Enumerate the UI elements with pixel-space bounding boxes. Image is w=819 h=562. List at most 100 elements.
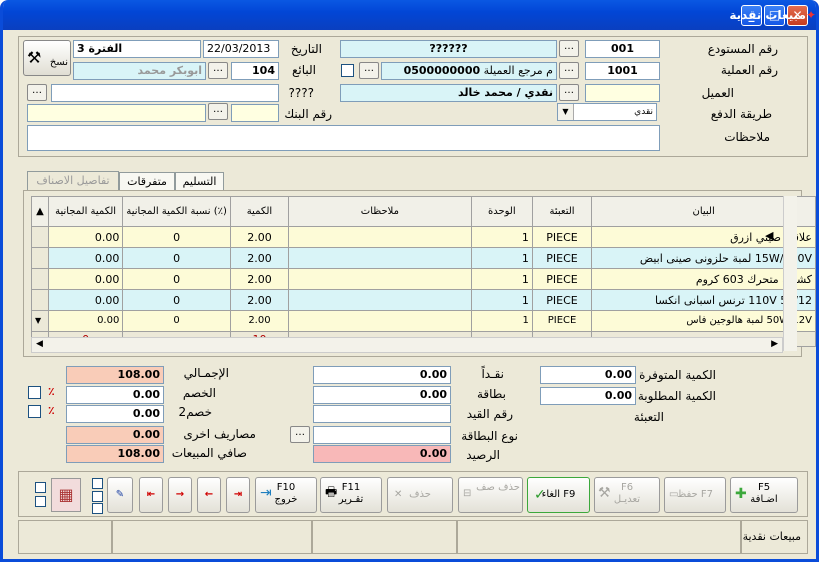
cell-qty[interactable]: 2.00 xyxy=(229,247,290,269)
row-scrollbar-track[interactable] xyxy=(31,226,49,248)
scroll-right-icon[interactable]: ▶ xyxy=(771,339,778,349)
cell-pack[interactable]: PIECE xyxy=(531,310,593,332)
cell-free-qty[interactable]: 0.00 xyxy=(47,289,124,311)
cell-free-qty[interactable]: 0.00 xyxy=(47,268,124,290)
tab-delivery[interactable]: التسليم xyxy=(175,172,224,191)
unknown-field[interactable] xyxy=(51,84,279,102)
scroll-left-icon[interactable]: ◀ xyxy=(36,339,43,349)
option-checkbox-2[interactable] xyxy=(92,491,103,502)
client-ref-extra-button[interactable]: … xyxy=(359,62,379,79)
unknown-lookup-button[interactable]: … xyxy=(27,84,47,101)
table-row[interactable]: 0.00 0 2.00 1 PIECE 15W/220V لمبة حلزونى… xyxy=(31,247,816,269)
cell-qty[interactable]: 2.00 xyxy=(229,226,290,248)
cell-notes[interactable] xyxy=(288,226,472,248)
cell-pack[interactable]: PIECE xyxy=(531,289,593,311)
cell-unit[interactable]: 1 xyxy=(470,310,533,332)
cell-pack[interactable]: PIECE xyxy=(531,226,593,248)
row-scrollbar-track[interactable] xyxy=(31,247,49,269)
cell-desc[interactable]: 50W/12V لمبة هالوجين فاس xyxy=(591,310,816,332)
first-record-button[interactable]: ⇤ xyxy=(139,477,163,513)
option-checkbox-3[interactable] xyxy=(92,503,103,514)
discount2-pct-checkbox[interactable] xyxy=(28,405,41,418)
delete-button[interactable]: ✕ حذف xyxy=(387,477,453,513)
exit-button[interactable]: ⇥ F10 خروج xyxy=(255,477,317,513)
notes-field[interactable] xyxy=(27,125,660,151)
warehouse-name-field[interactable]: ?????? xyxy=(340,40,557,58)
last-record-button[interactable]: ⇥ xyxy=(226,477,250,513)
entry-no-field[interactable] xyxy=(313,405,451,423)
cell-desc[interactable]: كشاف متحرك 603 كروم xyxy=(591,268,816,290)
discount2-field[interactable]: 0.00 xyxy=(66,405,164,423)
cell-unit[interactable]: 1 xyxy=(470,268,533,290)
cell-unit[interactable]: 1 xyxy=(470,226,533,248)
discount-field[interactable]: 0.00 xyxy=(66,386,164,404)
grid-scroll-down[interactable]: ▼ xyxy=(31,310,49,332)
grid-scroll-up[interactable]: ▲ xyxy=(31,196,49,227)
calculator-icon[interactable]: ▦ xyxy=(51,478,81,512)
cell-unit[interactable]: 1 xyxy=(470,247,533,269)
client-code-field[interactable] xyxy=(585,84,660,102)
cell-pack[interactable]: PIECE xyxy=(531,268,593,290)
option-checkbox-4[interactable] xyxy=(35,482,46,493)
operation-no-field[interactable]: 1001 xyxy=(585,62,660,80)
cell-qty[interactable]: 2.00 xyxy=(229,310,290,332)
table-row[interactable]: ▼ 0.00 0 2.00 1 PIECE 50W/12V لمبة هالوج… xyxy=(31,310,816,332)
cancel-button[interactable]: ✓ الغاء F9 xyxy=(527,477,590,513)
grid-vertical-scrollbar[interactable] xyxy=(783,196,797,351)
row-scrollbar-track[interactable] xyxy=(31,268,49,290)
cell-notes[interactable] xyxy=(288,268,472,290)
chevron-down-icon[interactable]: ▼ xyxy=(558,104,574,120)
cell-desc[interactable]: علاقي صيني ازرق xyxy=(591,226,816,248)
client-lookup-button[interactable]: … xyxy=(559,84,579,101)
payment-method-select[interactable]: نقدي ▼ xyxy=(557,103,657,121)
row-scrollbar-track[interactable] xyxy=(31,289,49,311)
seller-lookup-button[interactable]: … xyxy=(208,62,228,79)
card-field[interactable]: 0.00 xyxy=(313,386,451,404)
edit-document-button[interactable]: ✎ xyxy=(107,477,133,513)
cell-desc[interactable]: 15W/220V لمبة حلزونى صينى ابيض xyxy=(591,247,816,269)
cell-free-pct[interactable]: 0 xyxy=(122,268,231,290)
cell-qty[interactable]: 2.00 xyxy=(229,268,290,290)
cell-free-pct[interactable]: 0 xyxy=(122,310,231,332)
cell-notes[interactable] xyxy=(288,289,472,311)
warehouse-lookup-button[interactable]: … xyxy=(559,40,579,57)
client-ref-field[interactable]: م مرجع العميلة 0500000000 xyxy=(381,62,557,80)
cell-desc[interactable]: 50/12 110V ترنس اسبانى انكسا xyxy=(591,289,816,311)
seller-no-field[interactable]: 104 xyxy=(231,62,279,80)
grid-horizontal-scrollbar[interactable]: ◀ ▶ xyxy=(31,337,783,353)
add-button[interactable]: ✚ F5 اضـافة xyxy=(730,477,798,513)
previous-record-button[interactable]: → xyxy=(168,477,192,513)
cell-free-qty[interactable]: 0.00 xyxy=(47,247,124,269)
bank-no-field[interactable] xyxy=(231,104,279,122)
cell-free-pct[interactable]: 0 xyxy=(122,289,231,311)
client-ref-lookup-button[interactable]: … xyxy=(559,62,579,79)
bank-lookup-button[interactable]: … xyxy=(208,103,228,120)
client-name-field[interactable]: نقدي / محمد خالد xyxy=(340,84,557,102)
cell-notes[interactable] xyxy=(288,310,472,332)
print-button[interactable]: 🖶 F11 تقـرير xyxy=(320,477,382,513)
cell-free-qty[interactable]: 0.00 xyxy=(47,226,124,248)
option-checkbox-5[interactable] xyxy=(35,496,46,507)
copy-button[interactable]: ⚒ نسخ xyxy=(23,40,71,76)
tab-item-details[interactable]: تفاصيل الاصناف xyxy=(27,171,119,191)
cell-free-qty[interactable]: 0.00 xyxy=(47,310,124,332)
delete-row-button[interactable]: ⊟ حذف صف xyxy=(458,477,523,513)
cell-pack[interactable]: PIECE xyxy=(531,247,593,269)
card-type-field[interactable] xyxy=(313,426,451,444)
tab-misc[interactable]: متفرقات xyxy=(119,172,175,191)
save-button[interactable]: ▭ حفظ F7 xyxy=(664,477,726,513)
cash-field[interactable]: 0.00 xyxy=(313,366,451,384)
edit-button[interactable]: ⚒ F6 تعديـل xyxy=(594,477,660,513)
client-ref-checkbox[interactable] xyxy=(341,64,354,77)
option-checkbox-1[interactable] xyxy=(92,478,103,489)
next-record-button[interactable]: ← xyxy=(197,477,221,513)
cell-qty[interactable]: 2.00 xyxy=(229,289,290,311)
cell-free-pct[interactable]: 0 xyxy=(122,226,231,248)
table-row[interactable]: 0.00 0 2.00 1 PIECE كشاف متحرك 603 كروم xyxy=(31,268,816,290)
date-field[interactable]: 22/03/2013 xyxy=(203,40,279,58)
cell-notes[interactable] xyxy=(288,247,472,269)
table-row[interactable]: 0.00 0 2.00 1 PIECE 50/12 110V ترنس اسبا… xyxy=(31,289,816,311)
table-row[interactable]: 0.00 0 2.00 1 PIECE علاقي صيني ازرق xyxy=(31,226,816,248)
cell-free-pct[interactable]: 0 xyxy=(122,247,231,269)
discount-pct-checkbox[interactable] xyxy=(28,386,41,399)
